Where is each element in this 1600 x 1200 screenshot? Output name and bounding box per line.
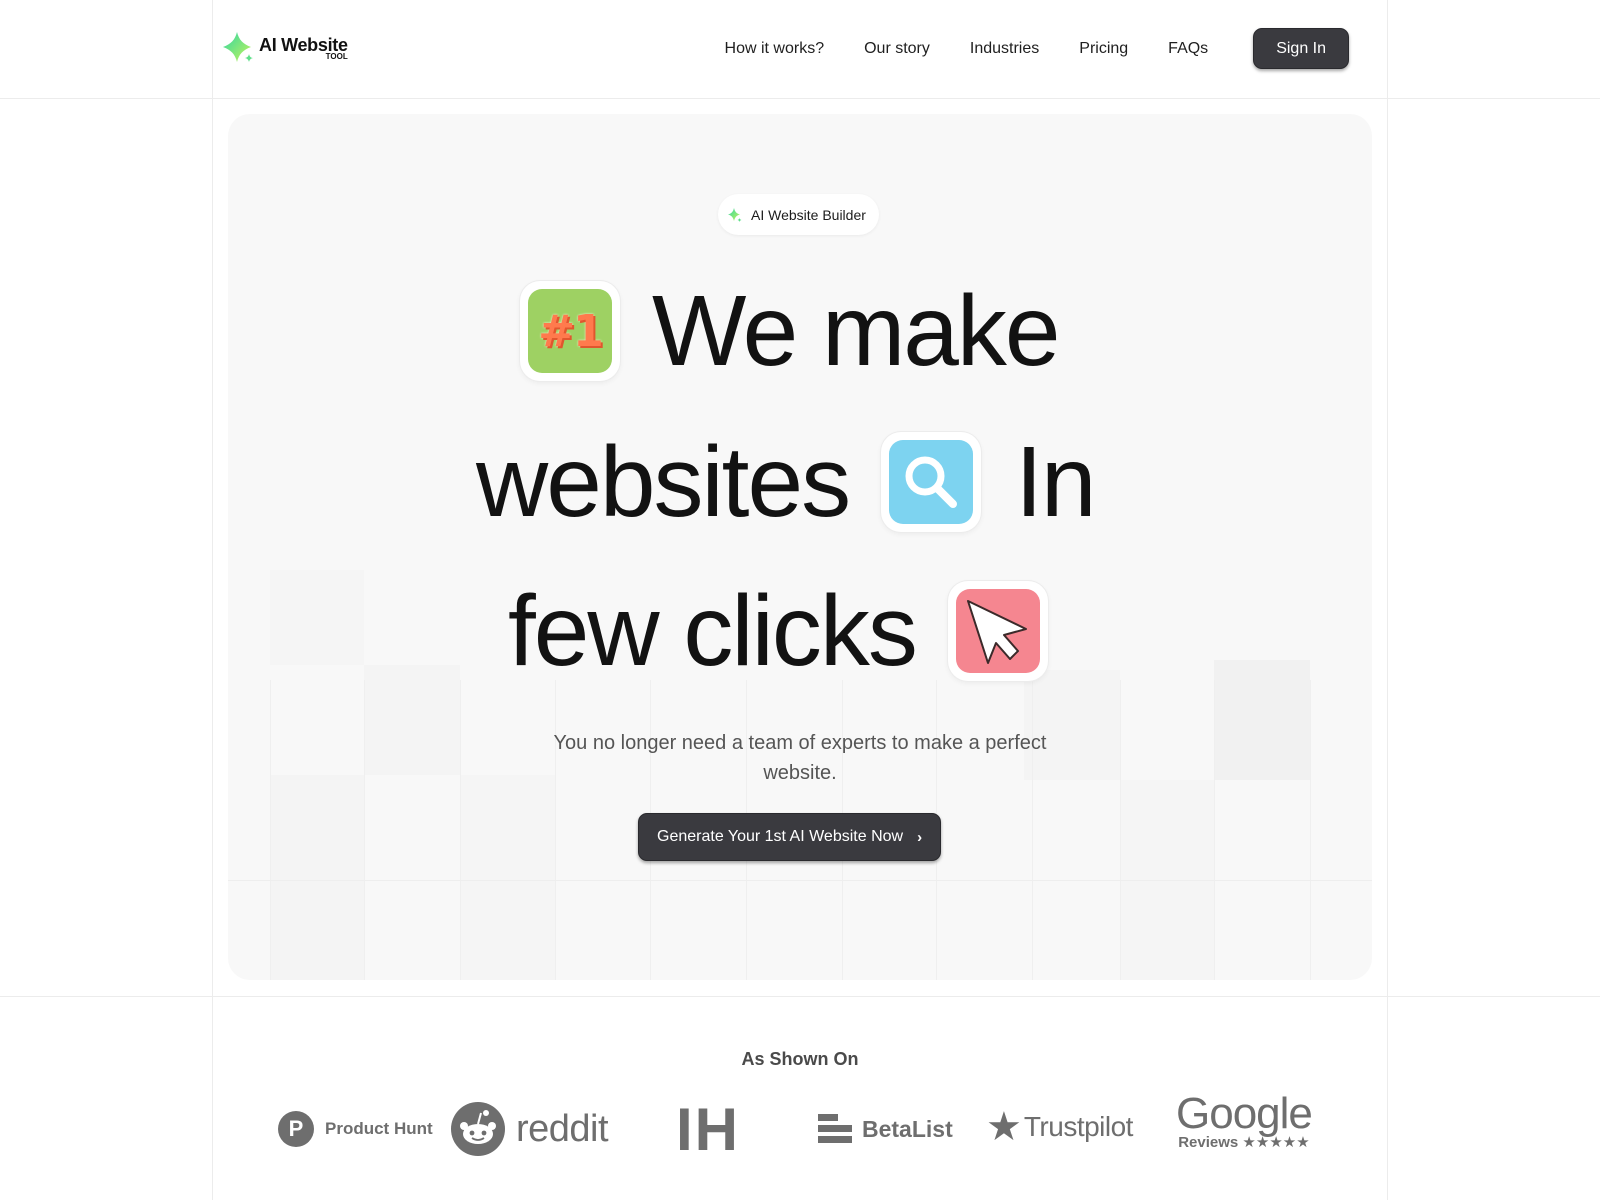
product-hunt-logo[interactable]: P Product Hunt xyxy=(278,1111,433,1147)
chevron-right-icon: › xyxy=(917,828,923,846)
indie-hackers-logo[interactable]: IH xyxy=(676,1100,740,1160)
as-shown-on-title: As Shown On xyxy=(741,1049,859,1069)
main-nav: How it works? Our story Industries Prici… xyxy=(725,28,1387,69)
brand-subname: TOOL xyxy=(325,51,348,61)
sparkle-gradient-icon xyxy=(223,32,253,62)
hero-section: AI Website Builder #1 We make websites I… xyxy=(228,114,1372,980)
nav-how-it-works[interactable]: How it works? xyxy=(725,40,825,58)
site-header: AI Website TOOL How it works? Our story … xyxy=(212,0,1387,98)
badge-label: AI Website Builder xyxy=(751,206,866,223)
betalist-logo[interactable]: BetaList xyxy=(818,1111,953,1147)
betalist-bars-icon xyxy=(818,1114,852,1143)
headline-line-3: few clicks xyxy=(508,575,918,687)
headline-line-2b: In xyxy=(1015,426,1096,538)
press-logos: P Product Hunt reddit IH BetaList ★ Trus… xyxy=(270,1091,1330,1165)
magnifier-emoji-card xyxy=(881,432,982,532)
nav-faqs[interactable]: FAQs xyxy=(1168,40,1208,58)
ai-website-builder-badge: AI Website Builder xyxy=(718,194,879,235)
sparkle-gradient-icon xyxy=(728,207,742,222)
headline-line-1: We make xyxy=(652,275,1061,387)
brand-name: AI Website xyxy=(259,34,348,55)
trustpilot-logo[interactable]: ★ Trustpilot xyxy=(986,1107,1133,1147)
header-divider xyxy=(0,98,1600,99)
nav-pricing[interactable]: Pricing xyxy=(1079,40,1128,58)
reddit-logo[interactable]: reddit xyxy=(450,1101,609,1157)
cursor-emoji-card xyxy=(947,581,1048,681)
cta-label: Generate Your 1st AI Website Now xyxy=(657,828,904,845)
google-reviews-logo[interactable]: Google Reviews ★★★★★ xyxy=(1176,1091,1313,1152)
sign-in-button[interactable]: Sign In xyxy=(1253,28,1349,69)
hero-subtitle: You no longer need a team of experts to … xyxy=(553,732,1047,784)
generate-website-button[interactable]: Generate Your 1st AI Website Now › xyxy=(638,813,942,861)
headline-line-2a: websites xyxy=(476,426,851,538)
product-hunt-icon: P xyxy=(278,1111,314,1147)
frame-guide-left xyxy=(212,0,213,1200)
section-divider xyxy=(0,996,1600,997)
reddit-alien-icon xyxy=(451,1102,505,1156)
number-one-icon: #1 xyxy=(528,289,612,373)
number-one-emoji-card: #1 xyxy=(520,281,620,381)
nav-our-story[interactable]: Our story xyxy=(864,40,930,58)
brand-logo[interactable]: AI Website TOOL xyxy=(221,30,348,66)
magnifier-icon xyxy=(889,440,974,524)
frame-guide-right xyxy=(1387,0,1388,1200)
cursor-arrow-icon xyxy=(955,589,1040,673)
nav-industries[interactable]: Industries xyxy=(970,40,1039,58)
star-icon: ★ xyxy=(986,1105,1022,1149)
